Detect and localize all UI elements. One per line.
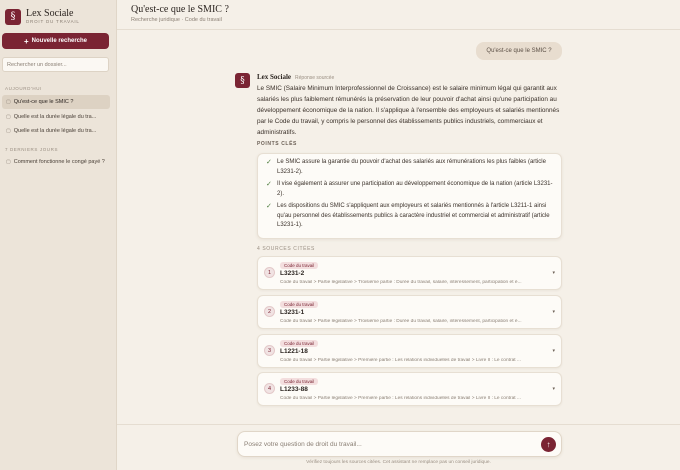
- history-item-label: Quelle est la durée légale du tra...: [13, 128, 97, 134]
- key-point-text: Il vise également à assurer une particip…: [277, 181, 553, 197]
- history-item[interactable]: ▢ Qu'est-ce que le SMIC ?: [2, 95, 110, 109]
- source-badge: Code du travail: [280, 262, 319, 269]
- source-badge: Code du travail: [280, 301, 319, 308]
- key-point: ✓ Les dispositions du SMIC s'appliquent …: [266, 202, 553, 231]
- breadcrumb: Recherche juridique · Code du travail: [131, 17, 222, 23]
- chat-bubble-icon: ▢: [6, 128, 11, 134]
- history-item[interactable]: ▢ Comment fonctionne le congé payé ?: [2, 155, 110, 169]
- sidebar: § Lex Sociale DROIT DU TRAVAIL + Nouvell…: [0, 0, 117, 470]
- source-article-code: L1221-18: [280, 348, 308, 355]
- source-card[interactable]: 2 Code du travail L3231-1 Code du travai…: [257, 295, 562, 329]
- key-points-card: ✓ Le SMIC assure la garantie du pouvoir …: [257, 153, 562, 239]
- chat-bubble-icon: ▢: [6, 159, 11, 165]
- source-badge: Code du travail: [280, 340, 319, 347]
- key-points-label: POINTS CLÉS: [257, 141, 297, 147]
- check-icon: ✓: [266, 159, 272, 166]
- source-number: 1: [264, 267, 275, 278]
- source-article-code: L1233-88: [280, 386, 308, 393]
- disclaimer-text: Vérifiez toujours les sources citées. Ce…: [306, 460, 491, 465]
- key-point: ✓ Il vise également à assurer une partic…: [266, 180, 553, 199]
- source-article-code: L3231-2: [280, 270, 305, 277]
- source-number: 2: [264, 306, 275, 317]
- plus-icon: +: [23, 36, 29, 46]
- assistant-name: Lex Sociale: [257, 73, 292, 81]
- chat-bubble-icon: ▢: [6, 99, 11, 105]
- chevron-down-icon[interactable]: ▾: [552, 309, 555, 315]
- page-header: Qu'est-ce que le SMIC ? Recherche juridi…: [117, 0, 680, 30]
- folder-search-input[interactable]: [7, 61, 104, 68]
- source-path: Code du travail > Partie législative > T…: [280, 319, 522, 324]
- sources-label: 4 SOURCES CITÉES: [257, 246, 315, 252]
- source-article-code: L3231-1: [280, 309, 305, 316]
- new-search-label: Nouvelle recherche: [31, 38, 88, 44]
- section-sign-logo-icon: §: [5, 8, 21, 25]
- arrow-up-icon: ↑: [546, 439, 551, 449]
- source-card[interactable]: 1 Code du travail L3231-2 Code du travai…: [257, 256, 562, 290]
- history-item-label: Quelle est la durée légale du tra...: [13, 114, 97, 120]
- assistant-answer: Le SMIC (Salaire Minimum Interprofession…: [257, 85, 560, 136]
- answer-tag: Réponse sourcée: [295, 75, 335, 81]
- key-point-text: Les dispositions du SMIC s'appliquent au…: [277, 203, 550, 228]
- history-item[interactable]: ▢ Quelle est la durée légale du tra...: [2, 124, 110, 138]
- source-card[interactable]: 4 Code du travail L1233-88 Code du trava…: [257, 372, 562, 406]
- chevron-down-icon[interactable]: ▾: [552, 386, 555, 392]
- source-path: Code du travail > Partie législative > T…: [280, 280, 522, 285]
- source-path: Code du travail > Partie législative > P…: [280, 396, 521, 401]
- brand-text: Lex Sociale DROIT DU TRAVAIL: [26, 8, 80, 25]
- brand-subtitle: DROIT DU TRAVAIL: [26, 19, 80, 24]
- key-point-text: Le SMIC assure la garantie du pouvoir d'…: [277, 159, 546, 175]
- history-item[interactable]: ▢ Quelle est la durée légale du tra...: [2, 110, 110, 124]
- brand[interactable]: § Lex Sociale DROIT DU TRAVAIL: [5, 8, 80, 25]
- source-badge: Code du travail: [280, 378, 319, 385]
- check-icon: ✓: [266, 181, 272, 188]
- folder-search-box[interactable]: [2, 57, 109, 72]
- check-icon: ✓: [266, 203, 272, 210]
- send-button[interactable]: ↑: [541, 436, 556, 452]
- assistant-avatar-icon: §: [235, 73, 250, 88]
- source-card[interactable]: 3 Code du travail L1221-18 Code du trava…: [257, 334, 562, 368]
- history-item-label: Comment fonctionne le congé payé ?: [13, 159, 105, 165]
- source-path: Code du travail > Partie législative > P…: [280, 358, 521, 363]
- assistant-header: Lex Sociale Réponse sourcée: [257, 73, 334, 81]
- chevron-down-icon[interactable]: ▾: [552, 270, 555, 276]
- section-label-last-7-days: 7 DERNIERS JOURS: [5, 147, 59, 152]
- key-point: ✓ Le SMIC assure la garantie du pouvoir …: [266, 158, 553, 177]
- brand-title: Lex Sociale: [26, 8, 74, 19]
- page-title: Qu'est-ce que le SMIC ?: [131, 4, 229, 15]
- main-panel: Qu'est-ce que le SMIC ? Recherche juridi…: [117, 0, 680, 470]
- question-input[interactable]: [244, 440, 541, 448]
- section-label-today: AUJOURD'HUI: [5, 86, 42, 91]
- user-message: Qu'est-ce que le SMIC ?: [476, 42, 562, 60]
- question-composer[interactable]: ↑: [237, 431, 562, 457]
- source-number: 4: [264, 383, 275, 394]
- chat-bubble-icon: ▢: [6, 114, 11, 120]
- chevron-down-icon[interactable]: ▾: [552, 348, 555, 354]
- new-search-button[interactable]: + Nouvelle recherche: [2, 33, 109, 49]
- history-item-label: Qu'est-ce que le SMIC ?: [13, 99, 74, 105]
- source-number: 3: [264, 345, 275, 356]
